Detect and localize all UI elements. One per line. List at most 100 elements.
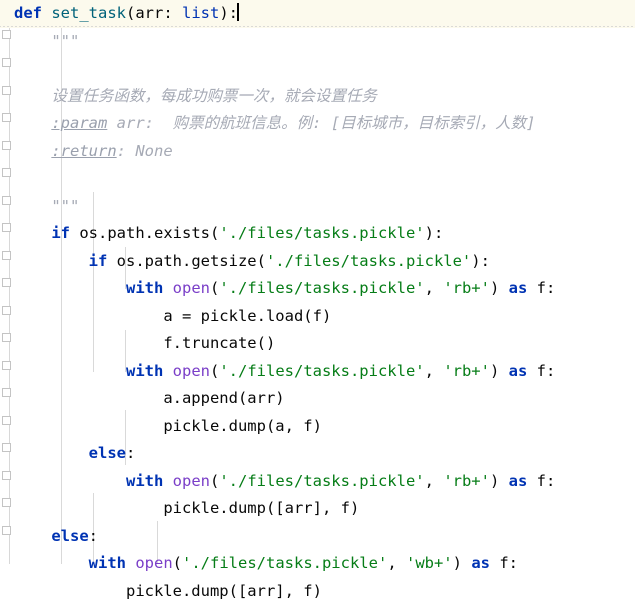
code-token-plain: : xyxy=(89,527,98,545)
code-token-str: './files/tasks.pickle' xyxy=(219,224,424,242)
code-token-builtin: open xyxy=(135,554,172,572)
code-token-kw: with xyxy=(126,472,163,490)
line-indent xyxy=(14,334,163,352)
code-token-plain: ( xyxy=(173,554,182,572)
line-indent xyxy=(14,472,126,490)
line-docstring-return[interactable]: :return: None xyxy=(0,138,635,166)
code-token-builtin: open xyxy=(173,472,210,490)
code-token-kw: else xyxy=(89,444,126,462)
line-docstring-blank-1[interactable] xyxy=(0,55,635,83)
line-docstring-blank-2[interactable] xyxy=(0,165,635,193)
code-token-plain: ) xyxy=(490,472,509,490)
code-editor[interactable]: def set_task(arr: list): """ 设置任务函数，每成功购… xyxy=(0,0,635,564)
line-pickle-dump-arr-1[interactable]: pickle.dump([arr], f) xyxy=(0,495,635,523)
code-token-plain: pickle.dump([arr], f) xyxy=(163,499,359,517)
line-docstring-close[interactable]: """ xyxy=(0,193,635,221)
line-indent xyxy=(14,444,89,462)
code-token-plain: ) xyxy=(453,554,472,572)
code-token-plain: ): xyxy=(471,252,490,270)
line-if-getsize[interactable]: if os.path.getsize('./files/tasks.pickle… xyxy=(0,248,635,276)
code-token-plain: a.append(arr) xyxy=(163,389,284,407)
code-token-kw: as xyxy=(471,554,490,572)
line-indent xyxy=(14,252,89,270)
code-token-kw: as xyxy=(509,362,528,380)
line-if-exists[interactable]: if os.path.exists('./files/tasks.pickle'… xyxy=(0,220,635,248)
code-token-plain: f: xyxy=(527,472,555,490)
code-token-str: 'rb+' xyxy=(443,472,490,490)
code-token-str: 'rb+' xyxy=(443,279,490,297)
code-token-plain: ): xyxy=(219,4,238,22)
line-with-open-rb-1[interactable]: with open('./files/tasks.pickle', 'rb+')… xyxy=(0,275,635,303)
code-token-plain: , xyxy=(425,279,444,297)
code-token-plain xyxy=(163,472,172,490)
code-token-str: './files/tasks.pickle' xyxy=(219,362,424,380)
line-indent xyxy=(14,59,51,77)
code-token-doc: : None xyxy=(117,142,173,160)
line-indent xyxy=(14,87,51,105)
code-token-builtin: open xyxy=(173,362,210,380)
code-token-kw: with xyxy=(89,554,126,572)
line-a-append[interactable]: a.append(arr) xyxy=(0,385,635,413)
code-token-plain xyxy=(163,279,172,297)
line-indent xyxy=(14,279,126,297)
line-docstring-open[interactable]: """ xyxy=(0,28,635,56)
line-indent xyxy=(14,307,163,325)
code-token-plain: os.path.getsize( xyxy=(107,252,266,270)
code-token-plain: f: xyxy=(490,554,518,572)
code-token-docq: """ xyxy=(51,32,79,50)
code-token-plain: ( xyxy=(210,472,219,490)
code-token-plain xyxy=(42,4,51,22)
code-token-plain: , xyxy=(425,472,444,490)
code-token-plain: ( xyxy=(210,279,219,297)
code-token-plain: ): xyxy=(425,224,444,242)
code-token-kw: with xyxy=(126,279,163,297)
line-docstring-summary[interactable]: 设置任务函数，每成功购票一次，就会设置任务 xyxy=(0,83,635,111)
code-token-kw: if xyxy=(89,252,108,270)
line-pickle-dump-a[interactable]: pickle.dump(a, f) xyxy=(0,413,635,441)
code-token-plain: pickle.dump(a, f) xyxy=(163,417,322,435)
code-token-plain: , xyxy=(425,362,444,380)
code-token-str: './files/tasks.pickle' xyxy=(182,554,387,572)
code-token-str: 'rb+' xyxy=(443,362,490,380)
code-token-str: 'wb+' xyxy=(406,554,453,572)
code-token-kw: as xyxy=(509,472,528,490)
line-with-open-rb-2[interactable]: with open('./files/tasks.pickle', 'rb+')… xyxy=(0,358,635,386)
code-token-doc: 设置任务函数，每成功购票一次，就会设置任务 xyxy=(51,87,377,105)
code-token-kw: as xyxy=(509,279,528,297)
code-token-doc: arr: 购票的航班信息。例: [目标城市，目标索引，人数] xyxy=(107,114,535,132)
line-indent xyxy=(14,417,163,435)
code-text-area[interactable]: def set_task(arr: list): """ 设置任务函数，每成功购… xyxy=(0,0,635,564)
line-indent xyxy=(14,114,51,132)
code-token-plain: os.path.exists( xyxy=(70,224,219,242)
code-token-str: './files/tasks.pickle' xyxy=(219,279,424,297)
code-token-str: './files/tasks.pickle' xyxy=(219,472,424,490)
line-docstring-param[interactable]: :param arr: 购票的航班信息。例: [目标城市，目标索引，人数] xyxy=(0,110,635,138)
line-indent xyxy=(14,527,51,545)
line-def[interactable]: def set_task(arr: list): xyxy=(0,0,635,28)
code-token-plain: pickle.dump([arr], f) xyxy=(126,582,322,600)
code-token-kw: else xyxy=(51,527,88,545)
line-else-outer[interactable]: else: xyxy=(0,523,635,551)
line-else-inner[interactable]: else: xyxy=(0,440,635,468)
code-token-doctag: :return xyxy=(51,142,116,160)
code-token-plain xyxy=(163,362,172,380)
code-token-fname: set_task xyxy=(51,4,126,22)
line-with-open-rb-3[interactable]: with open('./files/tasks.pickle', 'rb+')… xyxy=(0,468,635,496)
code-token-kw: def xyxy=(14,4,42,22)
code-token-doctag: :param xyxy=(51,114,107,132)
line-indent xyxy=(14,142,51,160)
code-token-plain: f: xyxy=(527,362,555,380)
code-token-plain: (arr: xyxy=(126,4,182,22)
code-token-plain: ( xyxy=(210,362,219,380)
code-token-plain: , xyxy=(387,554,406,572)
code-token-plain: f.truncate() xyxy=(163,334,275,352)
line-pickle-load[interactable]: a = pickle.load(f) xyxy=(0,303,635,331)
line-f-truncate[interactable]: f.truncate() xyxy=(0,330,635,358)
line-indent xyxy=(14,362,126,380)
line-indent xyxy=(14,499,163,517)
code-token-btype: list xyxy=(182,4,219,22)
line-pickle-dump-arr-2[interactable]: pickle.dump([arr], f) xyxy=(0,578,635,605)
code-token-kw: with xyxy=(126,362,163,380)
code-token-str: './files/tasks.pickle' xyxy=(266,252,471,270)
code-token-builtin: open xyxy=(173,279,210,297)
